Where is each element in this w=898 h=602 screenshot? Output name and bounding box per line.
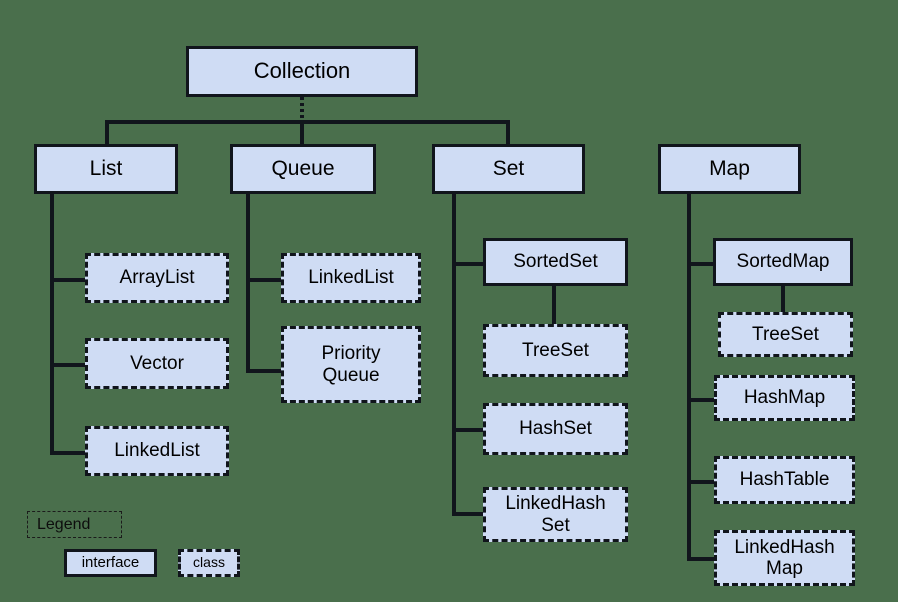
connector-bus-to-set [506, 120, 510, 146]
node-queue[interactable]: Queue [230, 144, 376, 194]
node-collection[interactable]: Collection [186, 46, 418, 97]
node-list[interactable]: List [34, 144, 178, 194]
node-priorityqueue-label: Priority Queue [321, 343, 381, 386]
connector-list-trunk [50, 193, 54, 455]
connector-root-bus [105, 120, 510, 124]
node-hashset-label: HashSet [519, 418, 592, 440]
node-queue-linkedlist-label: LinkedList [308, 267, 394, 289]
node-treeset-map[interactable]: TreeSet [718, 312, 853, 357]
node-vector[interactable]: Vector [85, 338, 229, 389]
node-treeset-set[interactable]: TreeSet [483, 324, 628, 377]
node-arraylist-label: ArrayList [119, 267, 195, 289]
diagram-canvas: Collection List Queue Set Map ArrayList … [0, 0, 898, 602]
connector-map-to-hashmap [687, 398, 715, 402]
node-queue-linkedlist[interactable]: LinkedList [281, 253, 421, 303]
node-hashset[interactable]: HashSet [483, 403, 628, 455]
node-treeset-set-label: TreeSet [522, 339, 589, 361]
connector-list-to-vector [50, 363, 87, 367]
node-map-label: Map [709, 157, 750, 181]
node-set-label: Set [492, 157, 525, 181]
connector-set-to-linkedhashset [452, 512, 485, 516]
node-queue-label: Queue [271, 157, 335, 181]
node-vector-label: Vector [130, 352, 184, 374]
connector-queue-trunk [246, 193, 250, 373]
connector-set-trunk [452, 193, 456, 516]
connector-map-to-sortedmap [687, 262, 715, 266]
node-linkedhashset[interactable]: LinkedHash Set [483, 487, 628, 542]
node-linkedhashmap-label: LinkedHash Map [734, 536, 835, 579]
node-set[interactable]: Set [432, 144, 585, 194]
connector-bus-to-queue [300, 120, 304, 146]
connector-sortedset-to-treeset [552, 286, 556, 324]
connector-queue-to-priorityqueue [246, 369, 283, 373]
connector-map-to-linkedhashmap [687, 557, 715, 561]
connector-queue-to-linkedlist [246, 278, 283, 282]
node-linkedhashmap[interactable]: LinkedHash Map [714, 530, 855, 586]
connector-map-trunk [687, 193, 691, 561]
node-sortedset[interactable]: SortedSet [483, 238, 628, 286]
node-priorityqueue[interactable]: Priority Queue [281, 326, 421, 403]
node-list-label: List [89, 157, 123, 181]
connector-map-to-hashtable [687, 480, 715, 484]
node-hashmap[interactable]: HashMap [714, 375, 855, 421]
node-hashmap-label: HashMap [743, 387, 826, 409]
legend-title-label: Legend [37, 515, 91, 533]
node-sortedmap[interactable]: SortedMap [713, 238, 853, 286]
node-hashtable-label: HashTable [739, 469, 830, 491]
legend-interface-swatch: interface [64, 549, 157, 577]
connector-set-to-sortedset [452, 262, 485, 266]
connector-set-to-hashset [452, 428, 485, 432]
node-list-linkedlist[interactable]: LinkedList [85, 426, 229, 476]
node-sortedmap-label: SortedMap [736, 251, 830, 273]
legend-class-swatch: class [178, 549, 240, 577]
node-list-linkedlist-label: LinkedList [114, 440, 200, 462]
node-hashtable[interactable]: HashTable [714, 456, 855, 504]
connector-list-to-arraylist [50, 278, 87, 282]
legend-interface-label: interface [81, 553, 140, 571]
legend-class-label: class [193, 554, 225, 571]
node-treeset-map-label: TreeSet [752, 323, 819, 345]
node-sortedset-label: SortedSet [513, 251, 598, 273]
node-collection-label: Collection [253, 58, 351, 84]
node-arraylist[interactable]: ArrayList [85, 253, 229, 303]
legend-title: Legend [27, 511, 122, 538]
connector-bus-to-list [105, 120, 109, 146]
connector-sortedmap-to-treeset [781, 286, 785, 312]
node-linkedhashset-label: LinkedHash Set [505, 493, 606, 536]
connector-list-to-linkedlist [50, 451, 87, 455]
node-map[interactable]: Map [658, 144, 801, 194]
